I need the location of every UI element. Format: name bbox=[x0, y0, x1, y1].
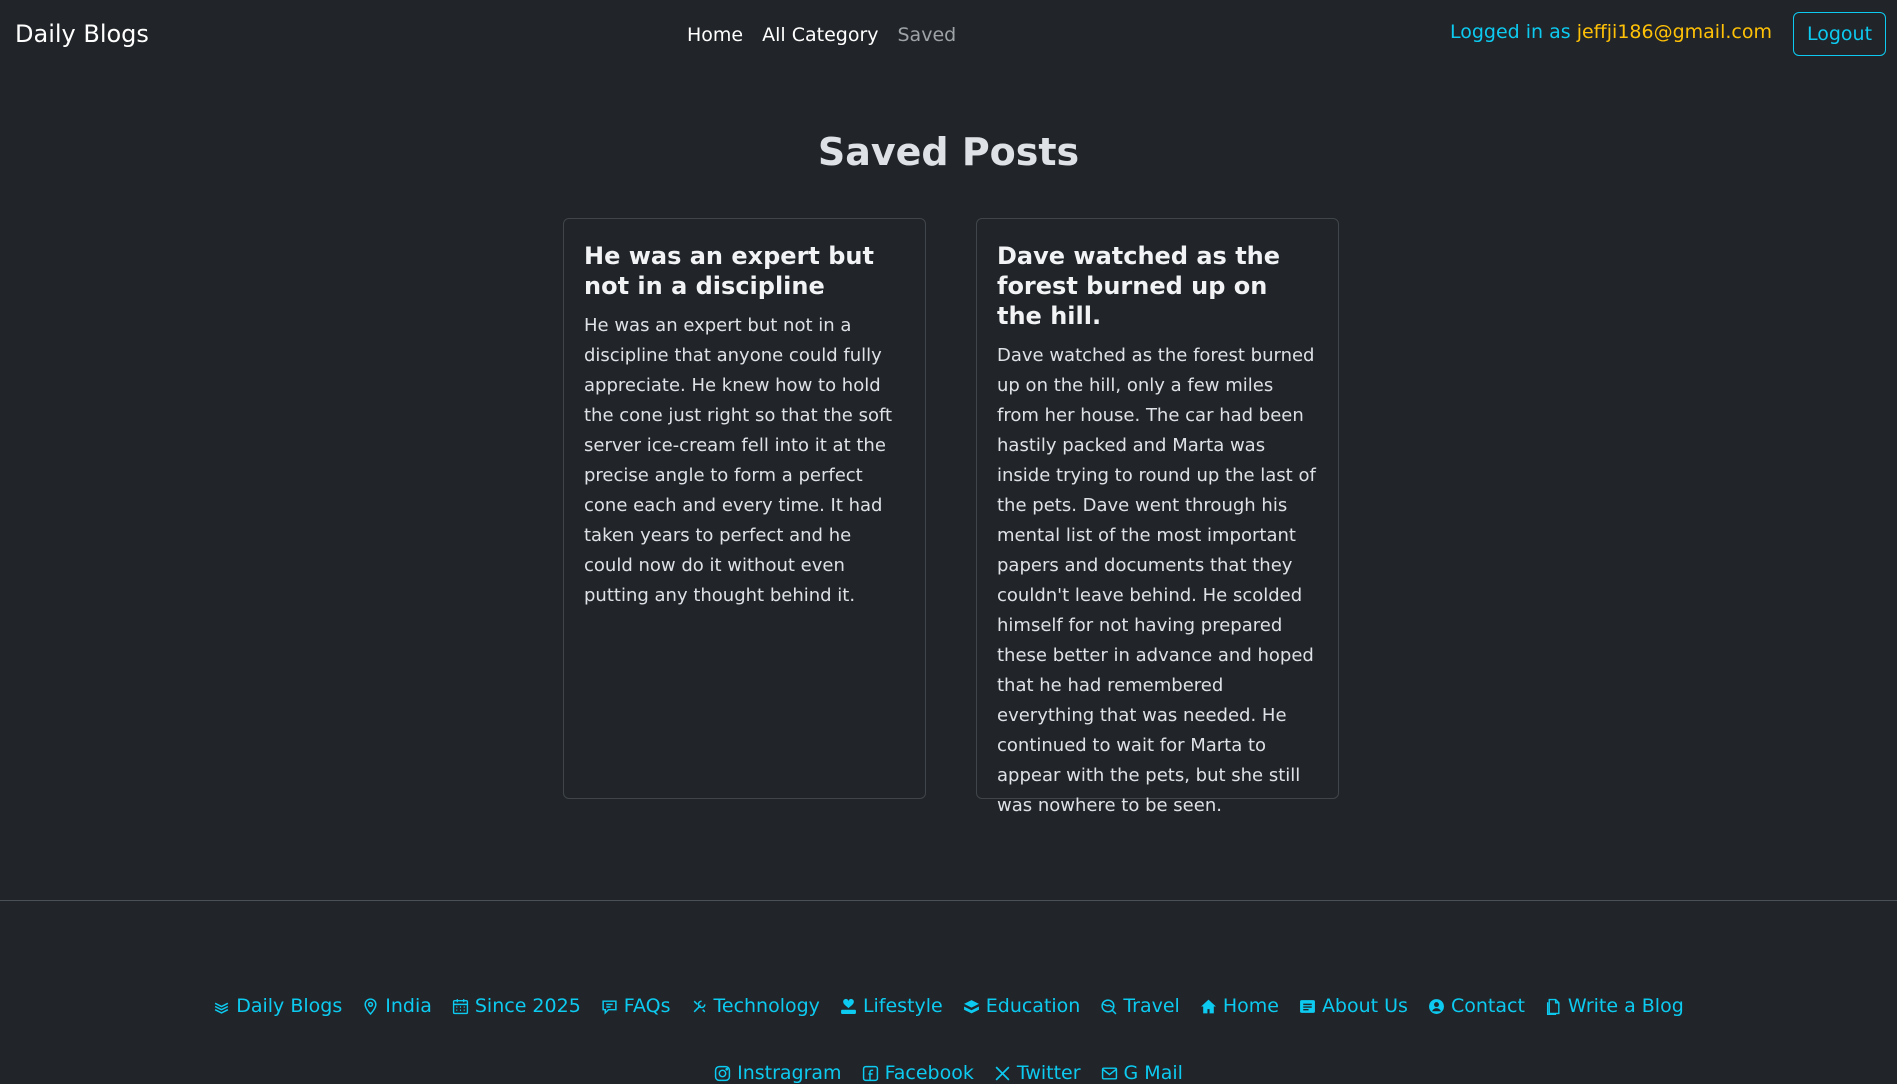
footer-link-write-blog[interactable]: Write a Blog bbox=[1545, 995, 1684, 1017]
footer-link-travel[interactable]: Travel bbox=[1100, 995, 1180, 1017]
footer-link-facebook[interactable]: Facebook bbox=[862, 1062, 974, 1084]
navbar: Daily Blogs Home All Category Saved Logg… bbox=[0, 0, 1897, 72]
post-body: He was an expert but not in a discipline… bbox=[584, 315, 893, 606]
footer-link-twitter[interactable]: Twitter bbox=[994, 1062, 1081, 1084]
footer-link-label: Education bbox=[985, 995, 1081, 1017]
chat-icon bbox=[601, 998, 618, 1015]
footer-link-label: About Us bbox=[1321, 995, 1408, 1017]
calendar-icon bbox=[452, 998, 469, 1015]
blog-logo-icon bbox=[213, 998, 230, 1015]
footer-link-label: Travel bbox=[1123, 995, 1180, 1017]
brand-link[interactable]: Daily Blogs bbox=[15, 20, 149, 48]
footer-link-about[interactable]: About Us bbox=[1299, 995, 1408, 1017]
person-icon bbox=[1428, 998, 1445, 1015]
footer-link-label: Technology bbox=[713, 995, 820, 1017]
post-title[interactable]: Dave watched as the forest burned up on … bbox=[997, 241, 1318, 331]
footer-link-label: Home bbox=[1222, 995, 1279, 1017]
footer-social-links: Instragram Facebook Twitter G Mail bbox=[0, 1062, 1897, 1084]
logout-button[interactable]: Logout bbox=[1793, 12, 1886, 56]
nav-saved-link[interactable]: Saved bbox=[898, 24, 957, 46]
document-icon bbox=[1545, 998, 1562, 1015]
location-pin-icon bbox=[362, 997, 379, 1015]
book-icon bbox=[963, 998, 980, 1015]
home-icon bbox=[1200, 998, 1217, 1015]
footer-link-label: Instragram bbox=[737, 1062, 842, 1084]
tools-icon bbox=[691, 998, 708, 1015]
footer-link-gmail[interactable]: G Mail bbox=[1101, 1062, 1183, 1084]
saved-post-card[interactable]: Dave watched as the forest burned up on … bbox=[976, 218, 1339, 816]
globe-icon bbox=[1100, 998, 1117, 1015]
heart-hand-icon bbox=[840, 998, 857, 1015]
saved-post-card[interactable]: He was an expert but not in a discipline… bbox=[563, 218, 926, 799]
footer-link-label: India bbox=[385, 995, 432, 1017]
nav-links: Home All Category Saved bbox=[687, 24, 956, 46]
footer-link-label: Lifestyle bbox=[862, 995, 943, 1017]
login-status: Logged in as jeffji186@gmail.com bbox=[1450, 21, 1772, 43]
footer-link-india[interactable]: India bbox=[362, 995, 432, 1017]
footer-link-education[interactable]: Education bbox=[963, 995, 1081, 1017]
post-title[interactable]: He was an expert but not in a discipline bbox=[584, 241, 905, 301]
footer-link-label: Contact bbox=[1450, 995, 1525, 1017]
post-body: Dave watched as the forest burned up on … bbox=[997, 345, 1316, 816]
login-prefix: Logged in as bbox=[1449, 21, 1571, 43]
nav-all-category-link[interactable]: All Category bbox=[762, 24, 878, 46]
footer-link-home[interactable]: Home bbox=[1200, 995, 1279, 1017]
footer-link-label: FAQs bbox=[623, 995, 671, 1017]
footer-link-contact[interactable]: Contact bbox=[1428, 995, 1525, 1017]
nav-home-link[interactable]: Home bbox=[687, 24, 743, 46]
footer-link-since[interactable]: Since 2025 bbox=[452, 995, 581, 1017]
footer-link-instagram[interactable]: Instragram bbox=[714, 1062, 842, 1084]
footer-link-label: Facebook bbox=[884, 1062, 974, 1084]
footer-link-label: G Mail bbox=[1123, 1062, 1183, 1084]
footer-links: Daily Blogs India Since 2025 FAQs Techno… bbox=[0, 995, 1897, 1017]
page-title: Saved Posts bbox=[817, 130, 1080, 174]
footer-link-daily-blogs[interactable]: Daily Blogs bbox=[213, 995, 342, 1017]
footer-link-label: Daily Blogs bbox=[236, 995, 343, 1017]
footer-link-technology[interactable]: Technology bbox=[691, 995, 820, 1017]
footer-divider bbox=[0, 900, 1897, 901]
footer-link-label: Since 2025 bbox=[474, 995, 581, 1017]
footer-link-label: Write a Blog bbox=[1567, 995, 1684, 1017]
footer-link-label: Twitter bbox=[1016, 1062, 1081, 1084]
login-email: jeffji186@gmail.com bbox=[1576, 21, 1772, 43]
footer-link-faqs[interactable]: FAQs bbox=[601, 995, 671, 1017]
footer-link-lifestyle[interactable]: Lifestyle bbox=[840, 995, 943, 1017]
card-text-icon bbox=[1299, 998, 1316, 1015]
